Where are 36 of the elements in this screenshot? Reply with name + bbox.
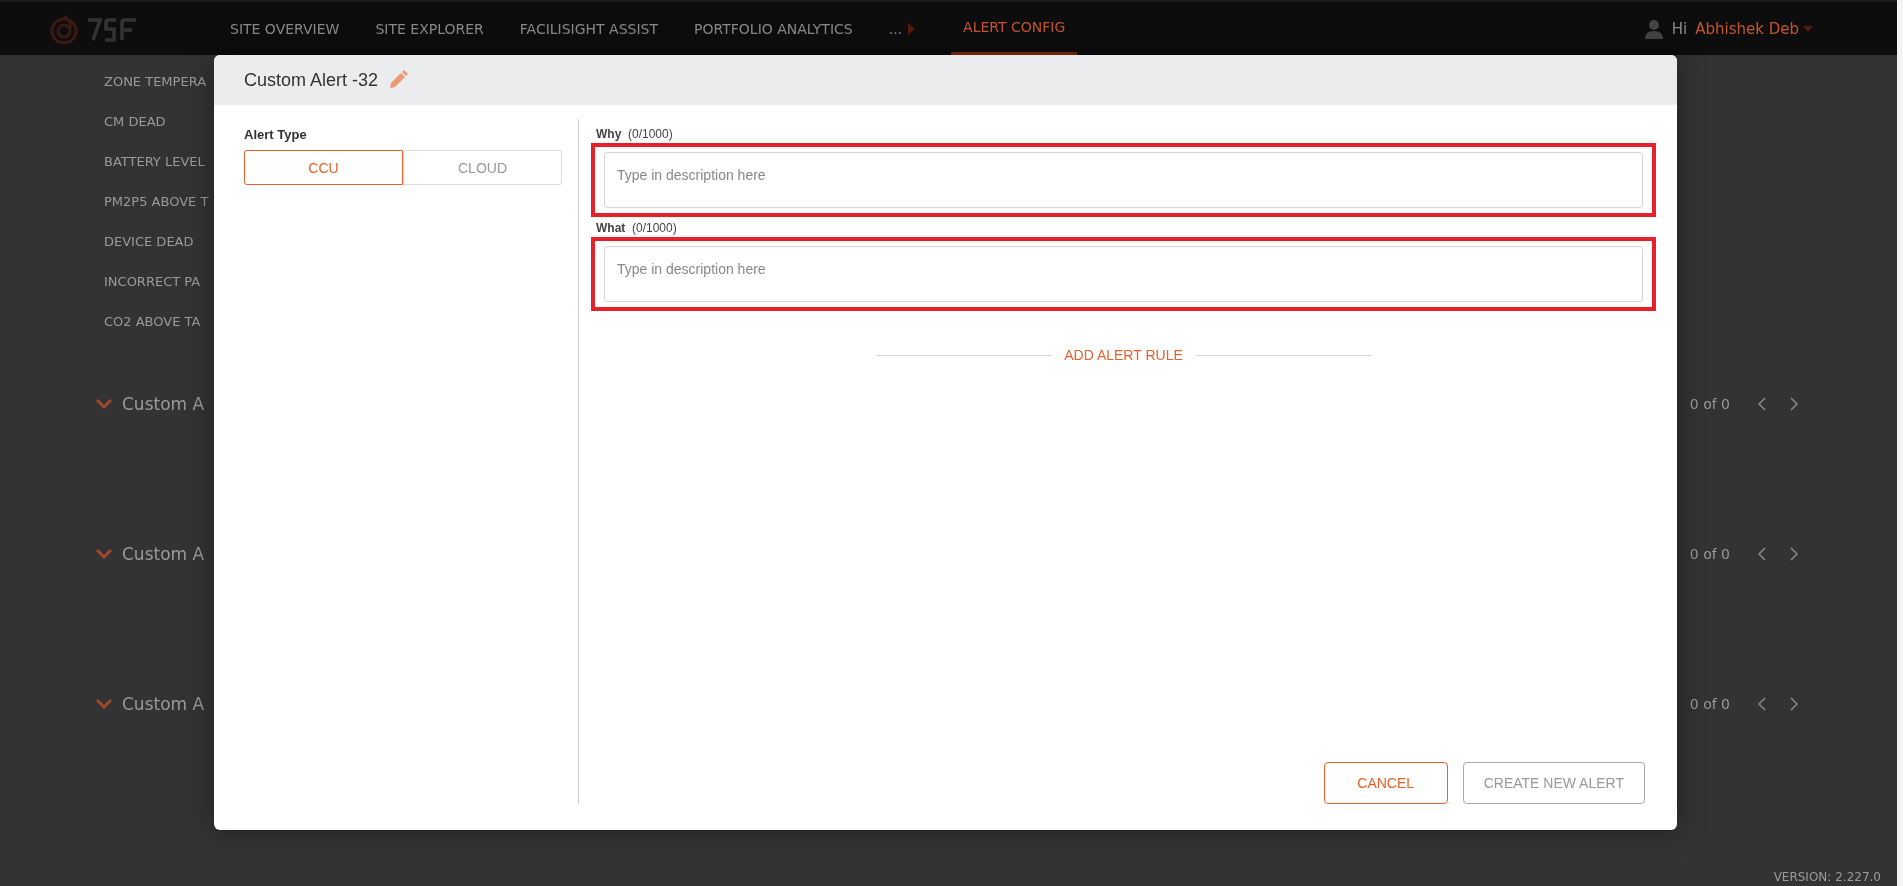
more-menu-button[interactable]: ... — [888, 2, 916, 55]
user-menu-link[interactable]: Abhishek Deb — [1695, 19, 1813, 38]
dialog-title: Custom Alert -32 — [244, 69, 379, 91]
chevron-left-icon[interactable] — [1758, 397, 1766, 411]
nav-tab[interactable]: SITE EXPLORER — [375, 2, 484, 55]
cancel-button[interactable]: CANCEL — [1323, 762, 1448, 804]
chevron-right-icon[interactable] — [1790, 397, 1798, 411]
chevron-right-icon[interactable] — [1790, 547, 1798, 561]
caret-right-icon — [908, 22, 916, 35]
alert-type-option[interactable]: CCU — [244, 150, 403, 185]
page-count: 0 of 0 — [1689, 696, 1730, 712]
version-text: VERSION: 2.227.0 — [1773, 870, 1881, 884]
alert-type-label: Alert Type — [244, 127, 308, 142]
chevron-right-icon[interactable] — [1790, 697, 1798, 711]
add-alert-rule-link[interactable]: ADD ALERT RULE — [1064, 347, 1183, 363]
chevron-down-icon[interactable] — [96, 399, 112, 409]
nav-tab[interactable]: SITE OVERVIEW — [230, 2, 340, 55]
caret-down-icon — [1803, 25, 1813, 32]
alert-type-option[interactable]: CLOUD — [403, 150, 562, 185]
chevron-left-icon[interactable] — [1758, 547, 1766, 561]
description-field[interactable]: Type in description here — [604, 152, 1643, 208]
chevron-down-icon[interactable] — [96, 699, 112, 709]
section-title: Custom A — [122, 544, 205, 564]
section-title: Custom A — [122, 694, 205, 714]
description-field[interactable]: Type in description here — [604, 246, 1643, 302]
user-icon — [1643, 18, 1664, 39]
nav-tab[interactable]: PORTFOLIO ANALYTICS — [694, 2, 853, 55]
section-title: Custom A — [122, 394, 205, 414]
page-count: 0 of 0 — [1689, 396, 1730, 412]
greeting-text: Hi — [1671, 19, 1688, 38]
page-count: 0 of 0 — [1689, 546, 1730, 562]
field-label: Why (0/1000) — [595, 127, 674, 141]
chevron-down-icon[interactable] — [96, 549, 112, 559]
field-label: What (0/1000) — [595, 221, 678, 235]
nav-tab[interactable]: FACILISIGHT ASSIST — [519, 2, 659, 55]
chevron-left-icon[interactable] — [1758, 697, 1766, 711]
